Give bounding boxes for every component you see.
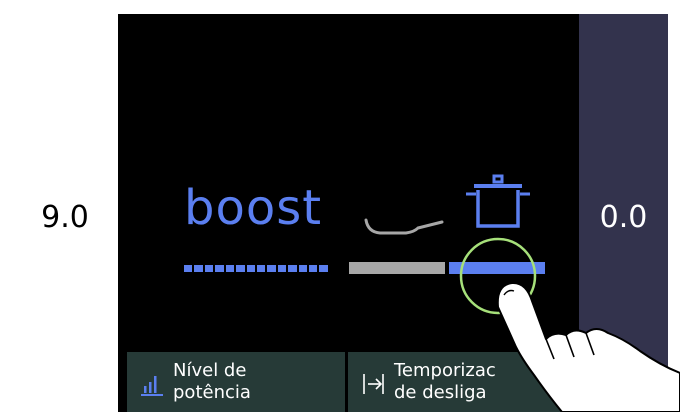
power-level-segment [184,265,193,272]
power-level-segment [215,265,224,272]
power-level-segment [194,265,203,272]
power-level-segment [288,265,297,272]
power-level-segment [246,265,255,272]
power-level-segment [298,265,308,272]
left-zone-panel[interactable]: 9.0 [12,14,118,412]
power-level-button[interactable]: Nível de potência [127,352,345,412]
power-level-segment [225,265,235,272]
power-level-segment [309,265,318,272]
power-level-segment [319,265,328,272]
power-level-segment [256,265,266,272]
power-level-segment [204,265,214,272]
right-zone-power-value: 0.0 [599,200,648,235]
power-level-segment [267,265,276,272]
timer-off-arrow-icon [363,374,384,394]
frying-pan-icon[interactable] [362,202,446,242]
power-level-segment [277,265,287,272]
pan-zone-segment[interactable] [349,262,445,274]
power-level-bars-icon [141,376,163,396]
power-level-button-label: Nível de potência [173,360,251,404]
left-zone-power-value: 9.0 [41,200,89,235]
boost-label: boost [184,180,323,236]
power-level-segment [236,265,245,272]
power-level-bar [184,265,328,272]
cooking-pot-icon[interactable] [462,174,534,230]
pointing-hand-icon [496,281,680,412]
power-level-label-line2: potência [173,382,251,403]
power-level-label-line1: Nível de [173,360,247,381]
